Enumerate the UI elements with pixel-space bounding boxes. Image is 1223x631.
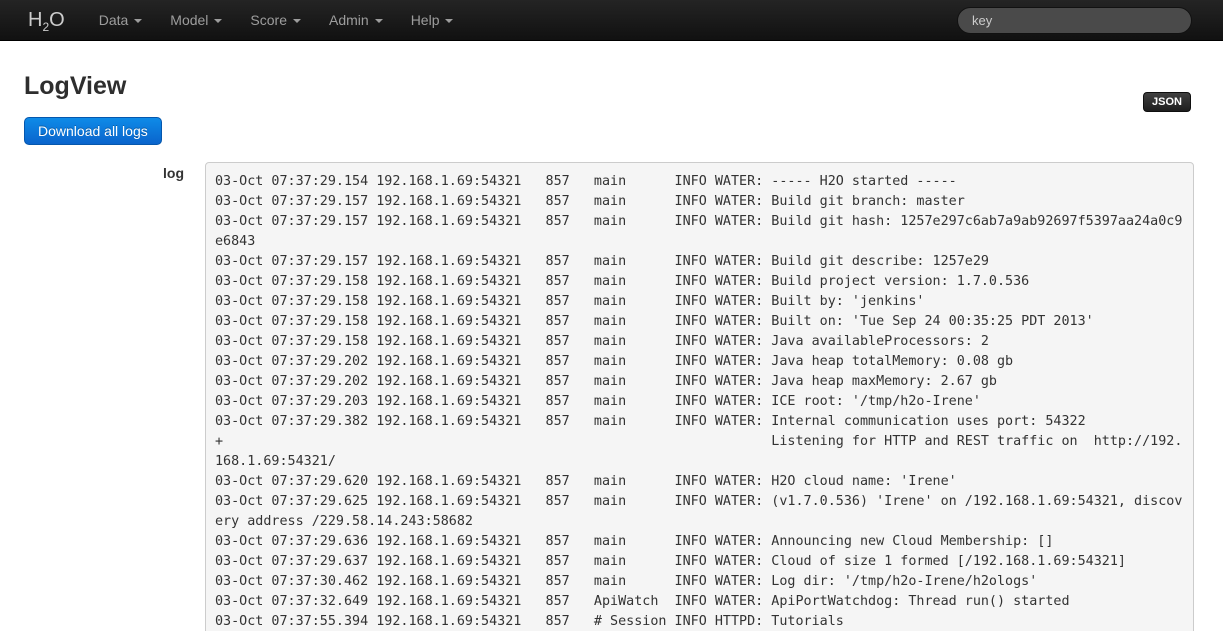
menu-admin-label: Admin — [329, 10, 369, 30]
menu-score[interactable]: Score — [236, 0, 315, 40]
brand-text: O — [49, 9, 65, 31]
download-all-logs-button[interactable]: Download all logs — [24, 117, 162, 145]
caret-down-icon — [134, 19, 142, 23]
main-content: JSON LogView Download all logs log 03-Oc… — [0, 71, 1223, 631]
brand-text: H — [28, 9, 42, 31]
menu-data[interactable]: Data — [85, 0, 157, 40]
top-navbar: H2O Data Model Score Admin Help — [0, 0, 1223, 41]
menu-data-label: Data — [99, 10, 129, 30]
menu-model[interactable]: Model — [156, 0, 236, 40]
menu-score-label: Score — [250, 10, 287, 30]
menu-help-label: Help — [411, 10, 440, 30]
h2o-brand-logo[interactable]: H2O — [8, 0, 85, 40]
navbar-menu: Data Model Score Admin Help — [85, 0, 468, 40]
json-button[interactable]: JSON — [1143, 92, 1191, 112]
log-field-row: log 03-Oct 07:37:29.154 192.168.1.69:543… — [24, 162, 1193, 631]
log-output: 03-Oct 07:37:29.154 192.168.1.69:54321 8… — [205, 162, 1194, 631]
navbar-search-form — [957, 0, 1192, 40]
caret-down-icon — [445, 19, 453, 23]
log-field-label: log — [24, 162, 184, 181]
caret-down-icon — [375, 19, 383, 23]
search-input[interactable] — [957, 7, 1192, 34]
caret-down-icon — [214, 19, 222, 23]
menu-admin[interactable]: Admin — [315, 0, 397, 40]
menu-help[interactable]: Help — [397, 0, 468, 40]
page-title: LogView — [24, 71, 1193, 101]
menu-model-label: Model — [170, 10, 208, 30]
caret-down-icon — [293, 19, 301, 23]
